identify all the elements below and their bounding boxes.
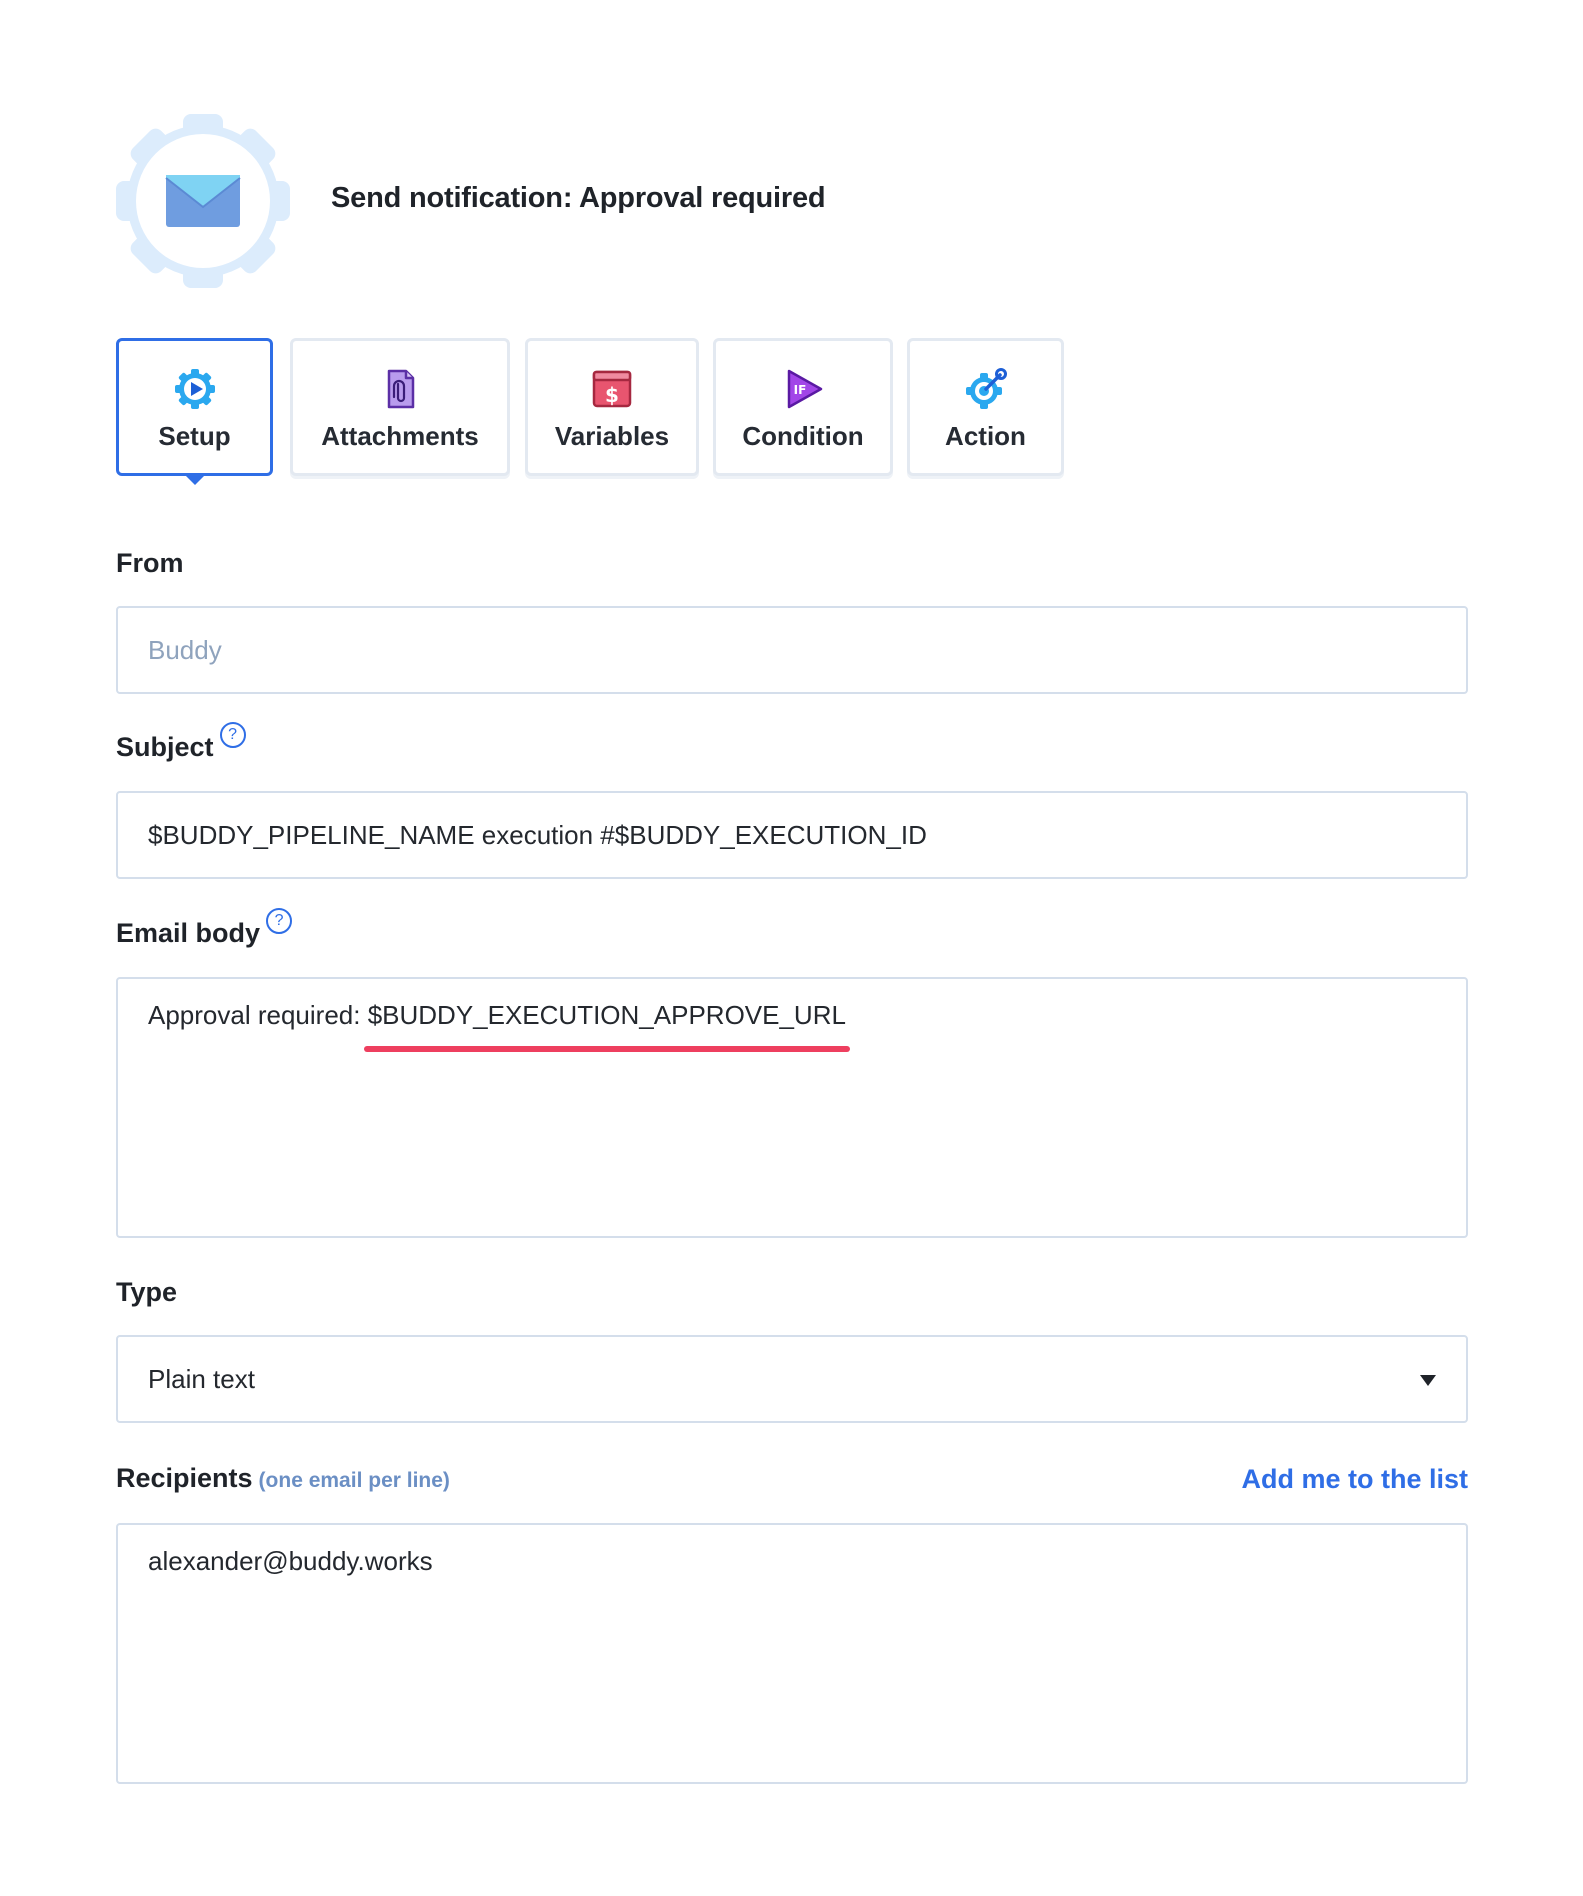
recipients-hint: (one email per line) — [258, 1469, 450, 1492]
play-gear-icon — [174, 369, 215, 409]
tab-condition-label: Condition — [742, 421, 864, 451]
from-placeholder: Buddy — [148, 635, 222, 665]
envelope-gear-icon — [116, 114, 290, 288]
tab-variables-label: Variables — [554, 421, 670, 451]
svg-text:$: $ — [605, 383, 619, 407]
if-play-icon: IF — [787, 369, 823, 409]
recipients-label: Recipients — [116, 1463, 253, 1493]
type-selected-value: Plain text — [148, 1364, 255, 1394]
email-body-label-row: Email body? — [116, 907, 293, 949]
email-body-variable-text: $BUDDY_EXECUTION_APPROVE_URL — [367, 1000, 846, 1030]
subject-value: $BUDDY_PIPELINE_NAME execution #$BUDDY_E… — [148, 820, 927, 850]
help-icon[interactable]: ? — [219, 721, 246, 748]
recipients-value: alexander@buddy.works — [148, 1546, 433, 1576]
tab-attachments-label: Attachments — [321, 421, 479, 451]
dollar-icon: $ — [592, 370, 632, 408]
recipients-textarea[interactable]: alexander@buddy.works — [116, 1523, 1468, 1784]
subject-label-row: Subject? — [116, 721, 246, 763]
type-label: Type — [116, 1277, 178, 1307]
tab-condition[interactable]: IF Condition — [713, 338, 893, 476]
email-body-variable: $BUDDY_EXECUTION_APPROVE_URL — [363, 1000, 850, 1052]
highlight-underline — [363, 1046, 850, 1052]
subject-label: Subject — [116, 732, 214, 762]
tab-action-label: Action — [945, 421, 1026, 451]
help-icon[interactable]: ? — [266, 907, 293, 934]
tab-setup-label: Setup — [158, 421, 231, 451]
page-title: Send notification: Approval required — [331, 182, 826, 214]
tab-attachments[interactable]: Attachments — [290, 338, 510, 476]
from-label: From — [116, 548, 184, 578]
subject-input[interactable]: $BUDDY_PIPELINE_NAME execution #$BUDDY_E… — [116, 791, 1468, 879]
from-input[interactable]: Buddy — [116, 606, 1468, 694]
type-select[interactable]: Plain text — [116, 1335, 1468, 1423]
add-me-link[interactable]: Add me to the list — [1241, 1464, 1468, 1495]
tab-action[interactable]: Action — [907, 338, 1064, 476]
gear-wrench-icon — [965, 368, 1007, 409]
header: Send notification: Approval required — [116, 114, 1516, 288]
email-body-label: Email body — [116, 918, 261, 948]
tab-setup[interactable]: Setup — [116, 338, 273, 485]
email-body-textarea[interactable]: Approval required: $BUDDY_EXECUTION_APPR… — [116, 977, 1468, 1238]
recipients-label-row: Recipients (one email per line) — [116, 1463, 450, 1494]
svg-text:IF: IF — [794, 383, 807, 397]
email-body-prefix: Approval required: — [148, 1000, 368, 1030]
tab-variables[interactable]: $ Variables — [525, 338, 699, 476]
paperclip-file-icon — [387, 369, 415, 409]
dropdown-arrow-icon — [1420, 1375, 1436, 1386]
